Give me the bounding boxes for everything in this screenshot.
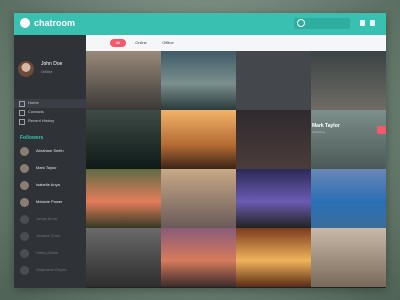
photo-tile[interactable] [161,51,236,110]
message-button[interactable] [377,126,386,134]
follower-name: Melanie Power [36,199,63,204]
contacts-icon [19,110,25,116]
avatar [20,266,29,275]
filter-bar: All Online Offline [86,35,386,51]
photo-tile[interactable] [86,51,161,110]
menu-item-recent-history[interactable]: Recent History [14,117,86,126]
photo-tile[interactable] [161,169,236,228]
photo-tile[interactable] [311,110,386,169]
app-title: chatroom [34,18,76,28]
follower-item[interactable]: Jessica Chen [20,231,82,243]
avatar[interactable] [18,61,34,77]
photo-tile[interactable] [236,228,311,287]
avatar [20,215,29,224]
follower-item[interactable]: Isabelle Anya [20,180,82,192]
avatar [20,249,29,258]
follower-name: Mark Taylor [36,165,57,170]
user-icon[interactable] [370,20,375,26]
menu-item-contacts[interactable]: Contacts [14,108,86,117]
photo-tile[interactable] [311,51,386,110]
sidebar: John Doe Online Home Contacts Recent His… [14,35,86,288]
profile-subtitle: Following [312,130,325,134]
follower-item[interactable]: Melanie Power [20,197,82,209]
photo-tile[interactable] [86,228,161,287]
chat-logo-icon [20,18,30,28]
menu-label: Recent History [28,118,55,123]
menu-label: Contacts [28,109,44,114]
tab-all[interactable]: All [110,39,126,47]
follower-item[interactable]: Haley Alldon [20,248,82,260]
search-icon[interactable] [297,19,305,27]
follower-name: Jonas Anna [36,216,57,221]
follower-name: Isabelle Anya [36,182,60,187]
follower-name: Haley Alldon [36,250,59,255]
avatar [20,198,29,207]
photo-tile[interactable] [311,169,386,228]
menu-label: Home [28,100,39,105]
photo-tile[interactable] [311,228,386,287]
photo-tile[interactable] [86,169,161,228]
app-window: chatroom John Doe Online Home Contacts R… [14,13,386,288]
menu-item-home[interactable]: Home [14,99,86,108]
follower-item[interactable]: Jonas Anna [20,214,82,226]
home-icon [19,101,25,107]
history-icon [19,119,25,125]
photo-tile[interactable] [236,169,311,228]
avatar [20,164,29,173]
followers-title: Followers [20,135,44,141]
photo-tile[interactable] [161,110,236,169]
photo-tile[interactable] [161,228,236,287]
notification-icon[interactable] [360,20,365,26]
follower-item[interactable]: Abraham Smith [20,146,82,158]
follower-name: Abraham Smith [36,148,64,153]
tab-offline[interactable]: Offline [156,39,180,47]
user-name: John Doe [41,61,63,67]
follower-item[interactable]: Stephanie Reyes [20,265,82,277]
follower-item[interactable]: Mark Taylor [20,163,82,175]
photo-grid [86,51,386,288]
tab-online[interactable]: Online [129,39,153,47]
photo-tile[interactable] [236,51,311,110]
content-area: All Online Offline Mark Taylor Following [86,35,386,288]
user-status: Online [41,69,53,74]
avatar [20,147,29,156]
follower-name: Stephanie Reyes [36,267,67,272]
avatar [20,181,29,190]
avatar [20,232,29,241]
follower-name: Jessica Chen [36,233,61,238]
photo-tile[interactable] [86,110,161,169]
top-bar: chatroom [14,13,386,35]
photo-tile[interactable] [236,110,311,169]
profile-name: Mark Taylor [312,123,340,129]
